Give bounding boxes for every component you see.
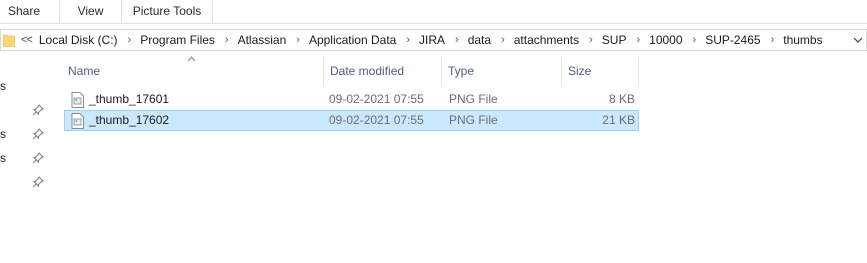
breadcrumb-attachments[interactable]: attachments — [512, 30, 581, 50]
png-file-icon — [71, 92, 84, 108]
pin-icon[interactable] — [32, 128, 44, 140]
file-row-selected[interactable]: _thumb_17602 09-02-2021 07:55 PNG File 2… — [64, 110, 639, 131]
tab-share[interactable]: Share — [0, 0, 48, 24]
pin-icon[interactable] — [32, 152, 44, 164]
file-size: 8 KB — [608, 92, 635, 106]
nav-item-fragment[interactable]: s — [0, 127, 6, 141]
breadcrumb-local-disk[interactable]: Local Disk (C:) — [37, 30, 120, 50]
nav-item-fragment[interactable]: s — [0, 151, 6, 165]
breadcrumb-sup-2465[interactable]: SUP-2465 — [703, 30, 762, 50]
breadcrumb-separator[interactable]: › — [771, 30, 775, 50]
chevron-down-icon[interactable] — [852, 33, 864, 47]
breadcrumb-separator[interactable]: › — [296, 30, 300, 50]
ribbon-tab-bar: Share View Picture Tools — [0, 0, 867, 24]
file-date-modified: 09-02-2021 07:55 — [329, 92, 424, 106]
file-size: 21 KB — [602, 113, 635, 127]
breadcrumb-separator[interactable]: › — [501, 30, 505, 50]
tab-picture-tools[interactable]: Picture Tools — [121, 0, 213, 24]
breadcrumb-jira[interactable]: JIRA — [417, 30, 447, 50]
folder-icon — [3, 34, 15, 47]
nav-item-fragment[interactable]: s — [0, 79, 6, 93]
breadcrumb-data[interactable]: data — [466, 30, 493, 50]
breadcrumb-separator[interactable]: › — [128, 30, 132, 50]
breadcrumb-10000[interactable]: 10000 — [647, 30, 684, 50]
column-header-size[interactable]: Size — [561, 57, 639, 85]
breadcrumb-program-files[interactable]: Program Files — [138, 30, 217, 50]
png-file-icon — [71, 113, 84, 129]
address-bar[interactable]: << Local Disk (C:) › Program Files › Atl… — [0, 29, 867, 51]
file-name: _thumb_17601 — [89, 92, 170, 106]
pin-icon[interactable] — [32, 176, 44, 188]
navigation-pane: s s s — [0, 52, 56, 263]
column-header-date-modified[interactable]: Date modified — [323, 57, 441, 85]
breadcrumb-atlassian[interactable]: Atlassian — [236, 30, 289, 50]
breadcrumb-sup[interactable]: SUP — [600, 30, 629, 50]
file-type: PNG File — [449, 113, 498, 127]
breadcrumb-application-data[interactable]: Application Data — [307, 30, 398, 50]
breadcrumb-separator[interactable]: › — [589, 30, 593, 50]
column-header-name[interactable]: Name — [62, 57, 323, 85]
pin-icon[interactable] — [32, 104, 44, 116]
breadcrumb-thumbs[interactable]: thumbs — [781, 30, 824, 50]
breadcrumb-overflow-button[interactable]: << — [21, 30, 33, 50]
file-date-modified: 09-02-2021 07:55 — [329, 113, 424, 127]
breadcrumb-separator[interactable]: › — [455, 30, 459, 50]
breadcrumb: << Local Disk (C:) › Program Files › Atl… — [21, 30, 825, 50]
breadcrumb-separator[interactable]: › — [225, 30, 229, 50]
breadcrumb-separator[interactable]: › — [406, 30, 410, 50]
column-header-type[interactable]: Type — [441, 57, 561, 85]
file-row[interactable]: _thumb_17601 09-02-2021 07:55 PNG File 8… — [64, 89, 639, 110]
file-name: _thumb_17602 — [89, 113, 170, 127]
tab-view[interactable]: View — [59, 0, 121, 24]
file-type: PNG File — [449, 92, 498, 106]
breadcrumb-separator[interactable]: › — [636, 30, 640, 50]
breadcrumb-separator[interactable]: › — [693, 30, 697, 50]
